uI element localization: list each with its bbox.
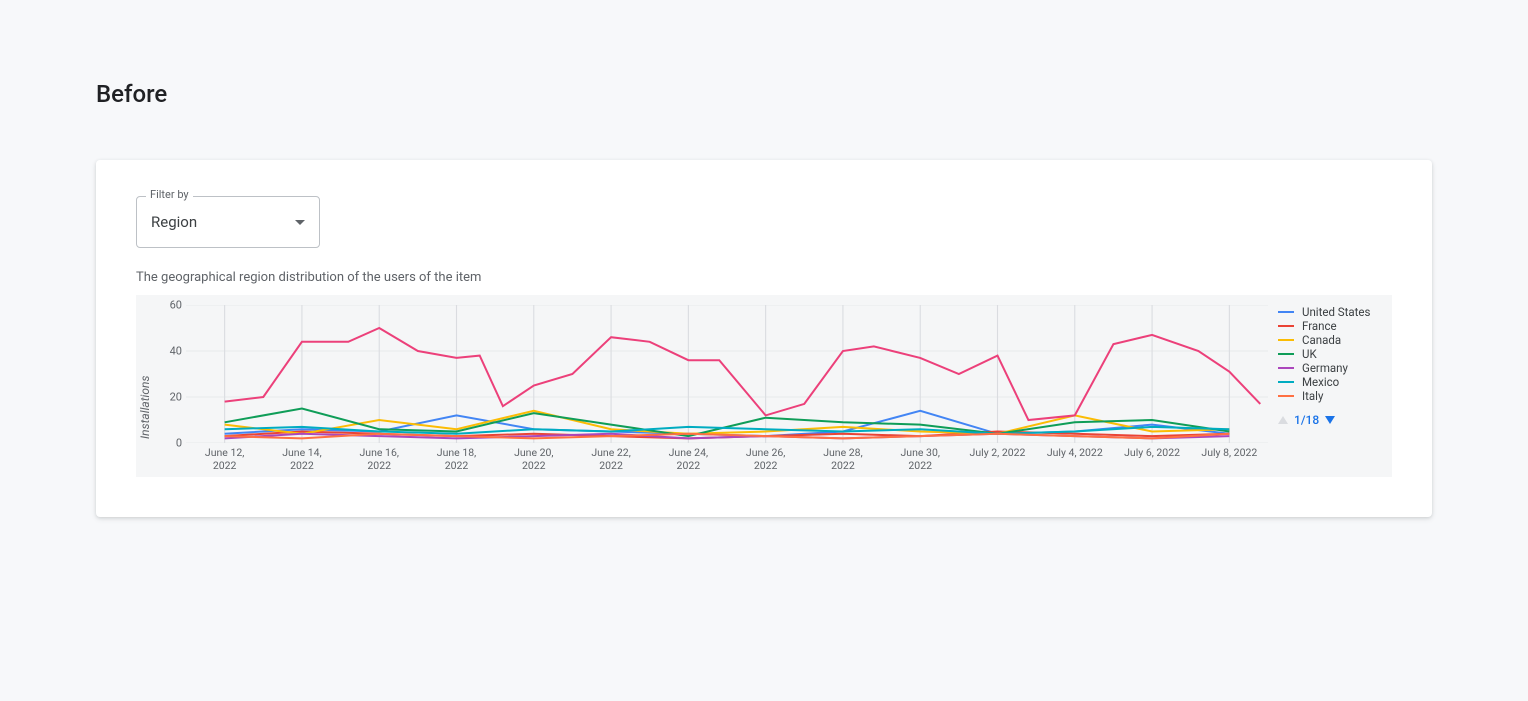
- legend-swatch: [1278, 339, 1294, 341]
- legend-label: UK: [1302, 347, 1317, 361]
- legend-item[interactable]: Canada: [1278, 333, 1386, 347]
- legend-label: Mexico: [1302, 375, 1339, 389]
- legend-swatch: [1278, 325, 1294, 327]
- x-tick: July 8, 2022: [1201, 447, 1257, 460]
- pager-down-icon[interactable]: [1325, 416, 1335, 424]
- legend-pager: 1/18: [1278, 413, 1386, 427]
- filter-select[interactable]: Region: [136, 196, 320, 248]
- legend-swatch: [1278, 367, 1294, 369]
- y-tick: 0: [176, 437, 182, 450]
- pager-label: 1/18: [1294, 413, 1319, 427]
- legend-swatch: [1278, 381, 1294, 383]
- legend-swatch: [1278, 311, 1294, 313]
- x-tick: June 26, 2022: [746, 447, 785, 472]
- filter-label: Filter by: [146, 188, 193, 201]
- x-tick: June 24, 2022: [669, 447, 708, 472]
- legend-item[interactable]: UK: [1278, 347, 1386, 361]
- plot-area: 0204060: [186, 305, 1268, 443]
- legend-label: Italy: [1302, 389, 1323, 403]
- filter-by-field: Filter by Region: [136, 196, 320, 248]
- legend-label: United States: [1302, 305, 1370, 319]
- pager-up-icon: [1278, 416, 1288, 424]
- legend-item[interactable]: Italy: [1278, 389, 1386, 403]
- x-tick: June 30, 2022: [900, 447, 939, 472]
- legend-label: Germany: [1302, 361, 1348, 375]
- y-axis-label: Installations: [136, 305, 156, 473]
- legend-item[interactable]: United States: [1278, 305, 1386, 319]
- page-title: Before: [96, 80, 1432, 108]
- x-tick: July 6, 2022: [1124, 447, 1180, 460]
- x-tick: July 2, 2022: [970, 447, 1026, 460]
- legend-item[interactable]: France: [1278, 319, 1386, 333]
- x-tick: June 22, 2022: [591, 447, 630, 472]
- x-tick: June 20, 2022: [514, 447, 553, 472]
- legend-swatch: [1278, 353, 1294, 355]
- chevron-down-icon: [295, 220, 305, 225]
- legend-item[interactable]: Germany: [1278, 361, 1386, 375]
- legend-swatch: [1278, 395, 1294, 397]
- x-tick: June 14, 2022: [282, 447, 321, 472]
- x-tick: June 28, 2022: [823, 447, 862, 472]
- legend: United StatesFranceCanadaUKGermanyMexico…: [1268, 305, 1386, 473]
- x-tick: June 18, 2022: [437, 447, 476, 472]
- legend-label: Canada: [1302, 333, 1341, 347]
- legend-label: France: [1302, 319, 1337, 333]
- y-tick: 60: [170, 299, 182, 312]
- x-tick: July 4, 2022: [1047, 447, 1103, 460]
- chart: Installations 0204060 June 12, 2022June …: [136, 295, 1392, 477]
- chart-description: The geographical region distribution of …: [136, 270, 1392, 285]
- x-axis: June 12, 2022 June 14, 2022 June 16, 2022 J…: [186, 443, 1268, 473]
- chart-card: Filter by Region The geographical region…: [96, 160, 1432, 517]
- x-tick: June 12, 2022: [205, 447, 244, 472]
- y-tick: 40: [170, 345, 182, 358]
- series-line-top: [225, 328, 1261, 420]
- y-tick: 20: [170, 391, 182, 404]
- x-tick: June 16, 2022: [359, 447, 398, 472]
- legend-item[interactable]: Mexico: [1278, 375, 1386, 389]
- filter-value: Region: [151, 213, 197, 231]
